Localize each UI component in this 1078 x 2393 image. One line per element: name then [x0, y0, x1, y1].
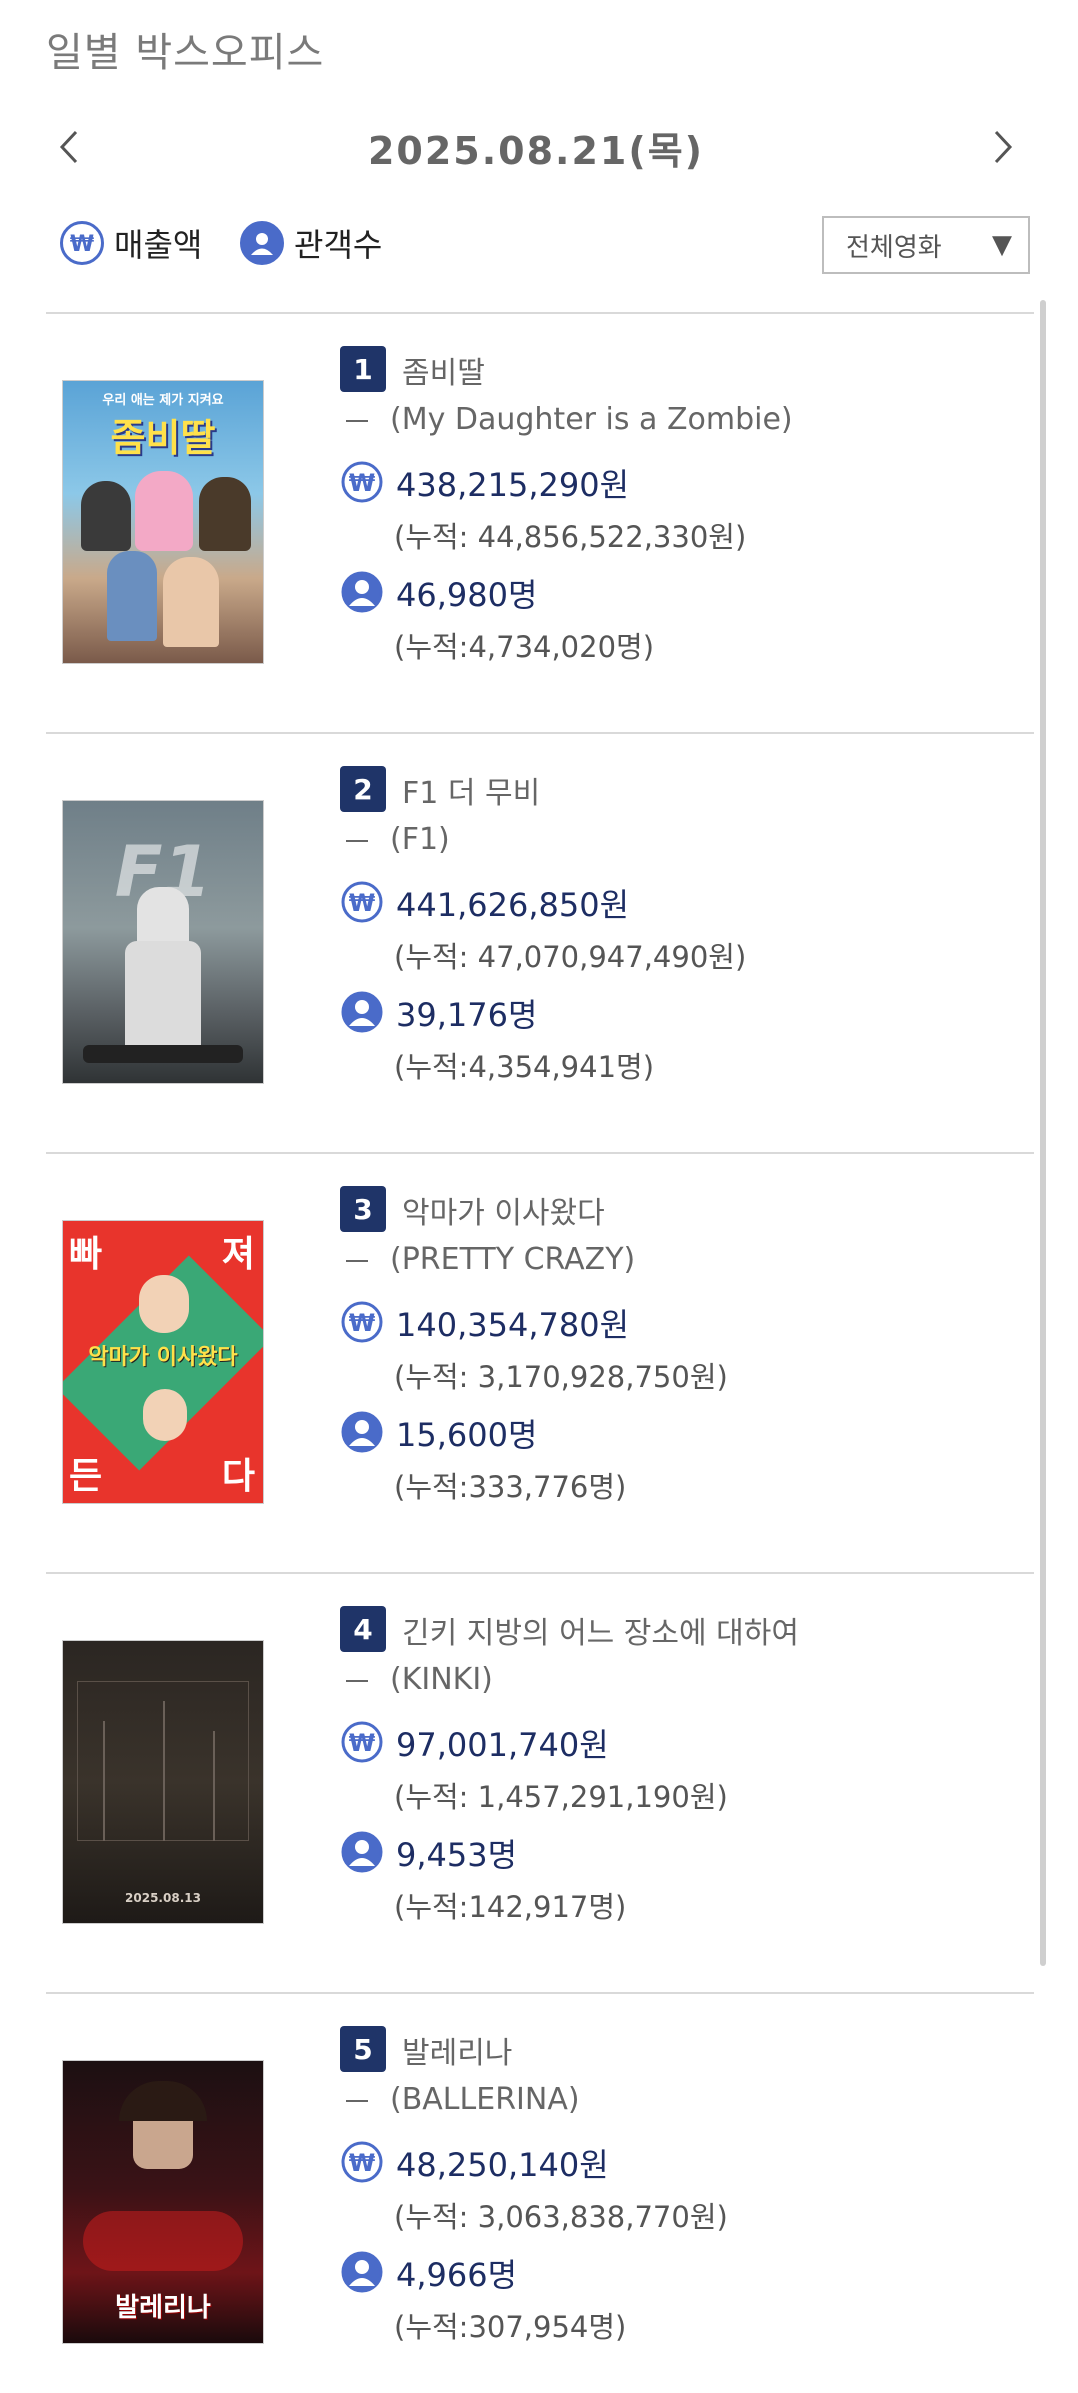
- chevron-right-icon[interactable]: [980, 124, 1026, 170]
- svg-text:₩: ₩: [349, 2149, 376, 2177]
- svg-text:₩: ₩: [70, 232, 94, 257]
- filter-selected-label: 전체영화: [846, 232, 942, 263]
- movie-filter-select[interactable]: 전체영화 ▼: [822, 216, 1030, 274]
- legend-audience-label: 관객수: [294, 226, 383, 264]
- dash-icon: [346, 839, 368, 842]
- cumulative-sales: (누적: 44,856,522,330원): [394, 520, 747, 554]
- poster-image[interactable]: 우리 애는 제가 지켜요 좀비딸: [62, 380, 264, 664]
- scrollbar[interactable]: [1040, 300, 1046, 1966]
- dash-icon: [346, 2099, 368, 2102]
- movie-title[interactable]: F1 더 무비: [402, 768, 540, 812]
- won-icon: ₩: [60, 221, 104, 265]
- legend-sales: ₩ 매출액: [60, 220, 202, 266]
- won-icon: ₩: [341, 1721, 383, 1763]
- list-item[interactable]: 우리 애는 제가 지켜요 좀비딸 1 좀비딸 (My Daughter is a…: [46, 312, 1034, 732]
- caret-down-icon: ▼: [992, 230, 1012, 260]
- daily-audience: 9,453명: [396, 1836, 518, 1874]
- poster-image[interactable]: 빠 져 든 다 악마가 이사왔다: [62, 1220, 264, 1504]
- movie-title-en: (F1): [346, 822, 450, 857]
- list-item[interactable]: 빠 져 든 다 악마가 이사왔다 3 악마가 이사왔다 (PRETTY CRAZ…: [46, 1152, 1034, 1572]
- daily-sales: 441,626,850원: [396, 886, 630, 924]
- daily-audience: 4,966명: [396, 2256, 518, 2294]
- movie-title[interactable]: 발레리나: [402, 2028, 512, 2072]
- svg-text:₩: ₩: [349, 469, 376, 497]
- rank-badge: 4: [340, 1606, 386, 1652]
- cumulative-audience: (누적:4,734,020명): [394, 630, 655, 664]
- daily-sales: 48,250,140원: [396, 2146, 609, 2184]
- won-icon: ₩: [341, 2141, 383, 2183]
- rank-badge: 5: [340, 2026, 386, 2072]
- person-icon: [341, 1411, 383, 1453]
- won-icon: ₩: [341, 1301, 383, 1343]
- poster-image[interactable]: F1: [62, 800, 264, 1084]
- daily-audience: 46,980명: [396, 576, 538, 614]
- movie-title[interactable]: 긴키 지방의 어느 장소에 대하여: [402, 1608, 799, 1652]
- person-icon: [341, 571, 383, 613]
- list-item[interactable]: 2025.08.13 4 긴키 지방의 어느 장소에 대하여 (KINKI) ₩…: [46, 1572, 1034, 1992]
- list-item[interactable]: 발레리나 5 발레리나 (BALLERINA) ₩ 48,250,140원 (누…: [46, 1992, 1034, 2393]
- boxoffice-list: 우리 애는 제가 지켜요 좀비딸 1 좀비딸 (My Daughter is a…: [46, 312, 1034, 2393]
- movie-title[interactable]: 좀비딸: [402, 348, 485, 392]
- won-icon: ₩: [341, 881, 383, 923]
- movie-title-en: (BALLERINA): [346, 2082, 580, 2117]
- cumulative-sales: (누적: 3,170,928,750원): [394, 1360, 728, 1394]
- cumulative-sales: (누적: 1,457,291,190원): [394, 1780, 728, 1814]
- svg-text:₩: ₩: [349, 1309, 376, 1337]
- rank-badge: 3: [340, 1186, 386, 1232]
- dash-icon: [346, 1679, 368, 1682]
- legend-audience: 관객수: [240, 220, 382, 266]
- cumulative-audience: (누적:333,776명): [394, 1470, 627, 1504]
- cumulative-audience: (누적:4,354,941명): [394, 1050, 655, 1084]
- person-icon: [341, 991, 383, 1033]
- date-navigator: 2025.08.21(목): [46, 112, 1026, 182]
- daily-sales: 140,354,780원: [396, 1306, 630, 1344]
- cumulative-audience: (누적:142,917명): [394, 1890, 627, 1924]
- toolbar: ₩ 매출액 관객수 전체영화 ▼: [60, 212, 1030, 276]
- page-title: 일별 박스오피스: [46, 30, 325, 76]
- movie-title-en: (PRETTY CRAZY): [346, 1242, 635, 1277]
- movie-title[interactable]: 악마가 이사왔다: [402, 1188, 605, 1232]
- movie-title-en: (My Daughter is a Zombie): [346, 402, 793, 437]
- dash-icon: [346, 1259, 368, 1262]
- daily-sales: 438,215,290원: [396, 466, 630, 504]
- dash-icon: [346, 419, 368, 422]
- daily-audience: 15,600명: [396, 1416, 538, 1454]
- date-label: 2025.08.21(목): [367, 129, 705, 173]
- rank-badge: 2: [340, 766, 386, 812]
- svg-text:₩: ₩: [349, 1729, 376, 1757]
- cumulative-sales: (누적: 3,063,838,770원): [394, 2200, 728, 2234]
- person-icon: [341, 1831, 383, 1873]
- svg-text:₩: ₩: [349, 889, 376, 917]
- daily-sales: 97,001,740원: [396, 1726, 609, 1764]
- cumulative-sales: (누적: 47,070,947,490원): [394, 940, 747, 974]
- won-icon: ₩: [341, 461, 383, 503]
- movie-title-en: (KINKI): [346, 1662, 493, 1697]
- person-icon: [240, 221, 284, 265]
- rank-badge: 1: [340, 346, 386, 392]
- daily-audience: 39,176명: [396, 996, 538, 1034]
- cumulative-audience: (누적:307,954명): [394, 2310, 627, 2344]
- poster-image[interactable]: 2025.08.13: [62, 1640, 264, 1924]
- poster-image[interactable]: 발레리나: [62, 2060, 264, 2344]
- legend-sales-label: 매출액: [114, 226, 203, 264]
- list-item[interactable]: F1 2 F1 더 무비 (F1) ₩ 441,626,850원 (누적: 47…: [46, 732, 1034, 1152]
- person-icon: [341, 2251, 383, 2293]
